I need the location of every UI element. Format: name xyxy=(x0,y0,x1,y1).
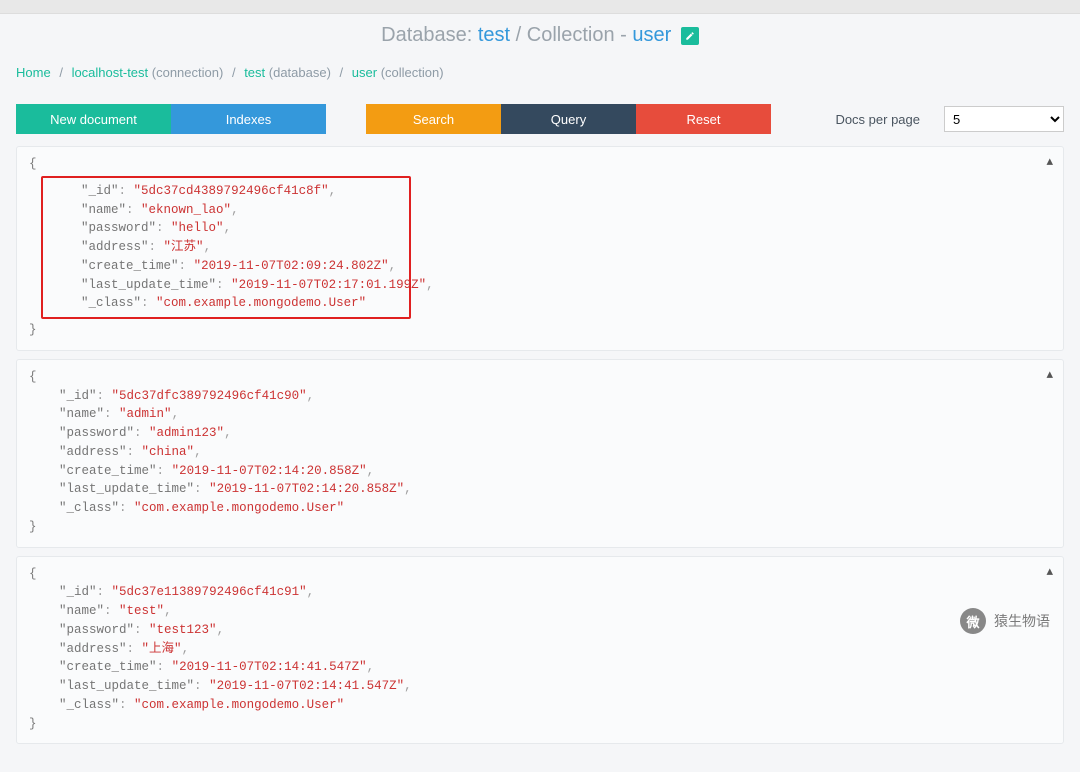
breadcrumb-connection[interactable]: localhost-test xyxy=(72,65,149,80)
edit-collection-icon[interactable] xyxy=(681,27,699,45)
document-panel[interactable]: ▴{ "_id": "5dc37dfc389792496cf41c90", "n… xyxy=(16,359,1064,548)
chevron-up-icon[interactable]: ▴ xyxy=(1046,366,1053,382)
title-database-prefix: Database: xyxy=(381,24,478,46)
reset-button[interactable]: Reset xyxy=(636,104,771,134)
breadcrumb: Home / localhost-test (connection) / tes… xyxy=(16,65,1064,80)
indexes-button[interactable]: Indexes xyxy=(171,104,326,134)
breadcrumb-collection[interactable]: user xyxy=(352,65,377,80)
watermark-icon: 微 xyxy=(960,608,986,634)
document-panel[interactable]: ▴{ "_id": "5dc37e11389792496cf41c91", "n… xyxy=(16,556,1064,745)
docs-per-page-label: Docs per page xyxy=(835,112,920,127)
title-database-name[interactable]: test xyxy=(478,24,510,46)
chevron-up-icon[interactable]: ▴ xyxy=(1046,563,1053,579)
breadcrumb-home[interactable]: Home xyxy=(16,65,51,80)
chevron-up-icon[interactable]: ▴ xyxy=(1046,153,1053,169)
watermark-text: 猿生物语 xyxy=(994,611,1050,631)
breadcrumb-database[interactable]: test xyxy=(244,65,265,80)
json-document: { "_id": "5dc37dfc389792496cf41c90", "na… xyxy=(29,368,1051,537)
search-button[interactable]: Search xyxy=(366,104,501,134)
window-topbar xyxy=(0,0,1080,14)
highlighted-box: "_id": "5dc37cd4389792496cf41c8f", "name… xyxy=(41,176,411,319)
title-collection-name[interactable]: user xyxy=(632,24,671,46)
watermark: 微 猿生物语 xyxy=(960,608,1050,634)
docs-per-page: Docs per page 5 xyxy=(835,106,1064,132)
json-document: { xyxy=(29,155,1051,174)
document-panel[interactable]: ▴{ "_id": "5dc37cd4389792496cf41c8f", "n… xyxy=(16,146,1064,351)
action-bar: New document Indexes Search Query Reset … xyxy=(16,104,1064,134)
new-document-button[interactable]: New document xyxy=(16,104,171,134)
page-title-area: Database: test / Collection - user xyxy=(0,14,1080,65)
title-collection-prefix: / Collection - xyxy=(510,24,632,46)
json-document: { "_id": "5dc37e11389792496cf41c91", "na… xyxy=(29,565,1051,734)
query-button[interactable]: Query xyxy=(501,104,636,134)
docs-per-page-select[interactable]: 5 xyxy=(944,106,1064,132)
